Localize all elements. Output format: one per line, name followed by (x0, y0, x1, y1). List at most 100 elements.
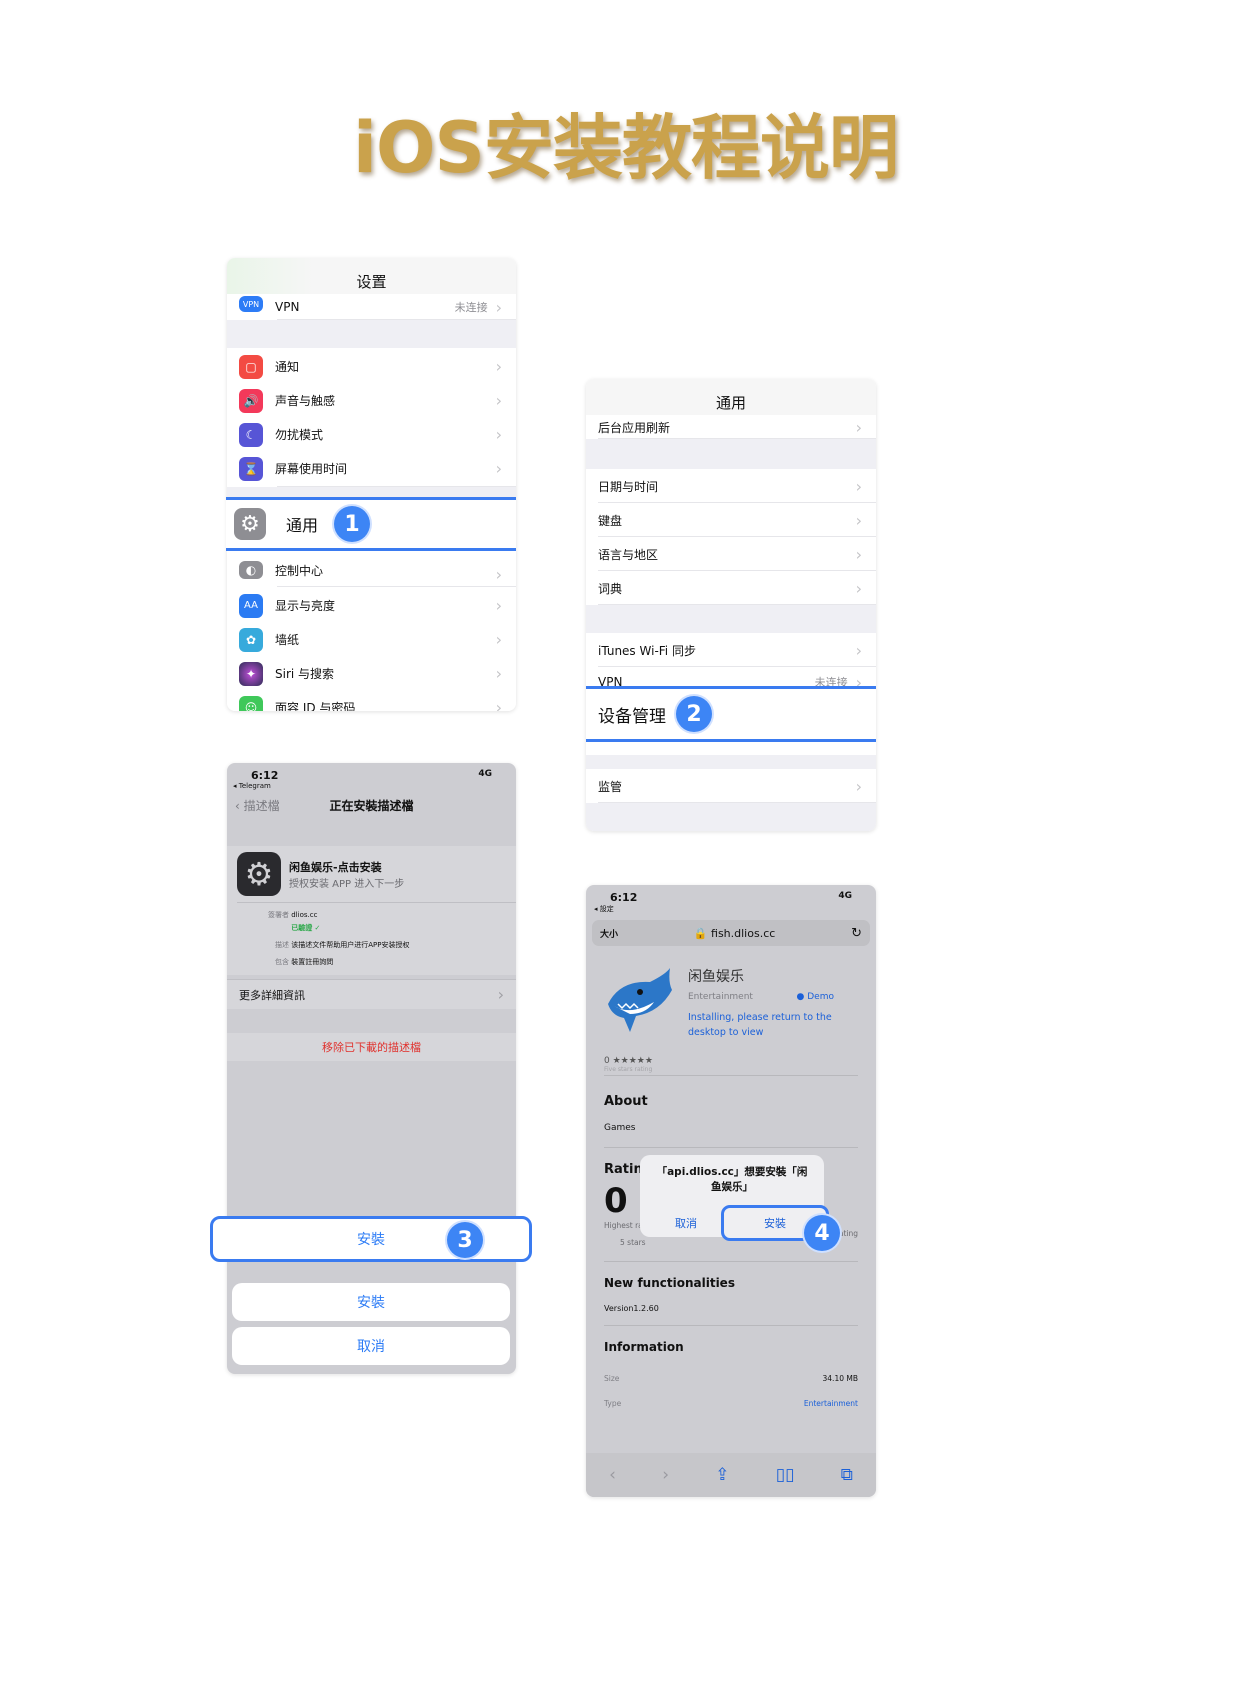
chevron-right-icon: › (495, 459, 502, 478)
step-4-badge: 4 (804, 1215, 840, 1251)
moon-icon: ☾ (239, 422, 263, 447)
chevron-right-icon: › (495, 698, 502, 711)
url-text: fish.dlios.cc (711, 926, 776, 940)
app-category: Entertainment (688, 992, 753, 1002)
new-functionalities-heading: New functionalities (604, 1276, 735, 1290)
settings-row-sounds[interactable]: 🔊 声音与触感 › (227, 382, 516, 419)
shark-app-icon (600, 966, 678, 1038)
settings-panel: 设置 VPN VPN 未连接 › ▢ 通知 › 🔊 声音与触感 › ☾ 勿扰模式… (227, 258, 516, 711)
address-bar[interactable]: 大小 🔒 fish.dlios.cc ↻ (592, 920, 870, 946)
installing-message: Installing, please return to the desktop… (688, 1012, 832, 1038)
flower-icon: ✿ (239, 627, 263, 652)
reload-icon[interactable]: ↻ (851, 926, 862, 941)
general-row-language[interactable]: 语言与地区 › (586, 537, 876, 571)
chevron-right-icon: › (855, 578, 862, 598)
general-row-dictionary[interactable]: 词典 › (586, 571, 876, 605)
more-details-row[interactable]: 更多詳細資訊 › (227, 979, 516, 1009)
install-highlight[interactable]: 安裝 3 (210, 1216, 532, 1262)
section-separator (586, 755, 876, 769)
general-row-date-time[interactable]: 日期与时间 › (586, 469, 876, 503)
settings-row-siri[interactable]: ✦ Siri 与搜索 › (227, 655, 516, 692)
settings-row-notifications[interactable]: ▢ 通知 › (227, 348, 516, 385)
step-2-badge: 2 (676, 696, 712, 732)
nav-back-button[interactable]: ‹ 描述檔 (235, 797, 280, 814)
status-time: 6:12 (610, 891, 638, 904)
chevron-right-icon: › (495, 630, 502, 649)
page-title: iOS安装教程说明 (353, 107, 899, 189)
general-row-itunes[interactable]: iTunes Wi-Fi 同步 › (586, 633, 876, 667)
star-rating-small: 0 ★★★★★ (604, 1056, 653, 1066)
back-to-app-link[interactable]: ◂ Telegram (227, 782, 516, 790)
status-bar: 6:12 4G (586, 885, 876, 904)
back-to-app-link[interactable]: ◂ 設定 (586, 904, 876, 914)
step-3-badge: 3 (447, 1222, 483, 1258)
demo-link[interactable]: ● Demo (797, 992, 834, 1002)
status-time: 6:12 (251, 769, 279, 782)
general-row-background-refresh[interactable]: 后台应用刷新 › (586, 415, 876, 439)
app-name: 闲鱼娱乐 (688, 969, 744, 985)
version-text: Version1.2.60 (604, 1304, 659, 1313)
general-row-keyboard[interactable]: 键盘 › (586, 503, 876, 537)
gear-icon: ⚙ (234, 508, 266, 540)
profile-name: 闲鱼娱乐-点击安装 (289, 860, 382, 874)
chevron-right-icon: › (855, 510, 862, 530)
device-management-highlight[interactable]: 设备管理 2 (586, 686, 876, 742)
chevron-right-icon: › (855, 417, 862, 437)
general-highlight[interactable]: ⚙ 通用 1 (226, 497, 516, 551)
information-heading: Information (604, 1340, 684, 1354)
settings-gear-icon: ⚙ (237, 852, 281, 896)
network-indicator: 4G (478, 769, 492, 779)
profile-card: ⚙ 闲鱼娱乐-点击安装 授权安装 APP 进入下一步 簽署者 dlios.cc … (227, 846, 516, 975)
profile-nav-bar: ‹ 描述檔 正在安裝描述檔 (227, 790, 516, 820)
forward-icon[interactable]: › (662, 1465, 669, 1485)
about-heading: About (604, 1094, 648, 1109)
text-size-button[interactable]: 大小 (600, 927, 618, 940)
device-management-label: 设备管理 (598, 706, 666, 727)
bookmarks-icon[interactable]: ▯▯ (776, 1465, 795, 1485)
section-separator (586, 803, 876, 831)
chevron-right-icon: › (497, 985, 504, 1004)
alert-cancel-button[interactable]: 取消 (640, 1215, 732, 1231)
settings-row-vpn[interactable]: VPN VPN 未连接 › (227, 294, 516, 320)
install-button[interactable]: 安裝 (232, 1283, 510, 1321)
vpn-icon: VPN (239, 296, 263, 312)
chevron-right-icon: › (495, 425, 502, 444)
back-icon[interactable]: ‹ (609, 1465, 616, 1485)
general-row-supervision[interactable]: 监管 › (586, 769, 876, 803)
section-separator (586, 439, 876, 469)
settings-row-screen-time[interactable]: ⌛ 屏幕使用时间 › (227, 450, 516, 487)
general-panel: 通用 后台应用刷新 › 日期与时间 › 键盘 › 语言与地区 › 词典 › iT… (586, 379, 876, 831)
share-icon[interactable]: ⇪ (715, 1465, 729, 1485)
status-bar: 6:12 4G (227, 763, 516, 782)
settings-row-wallpaper[interactable]: ✿ 墙纸 › (227, 621, 516, 658)
chevron-right-icon: › (855, 776, 862, 796)
size-value: 34.10 MB (822, 1374, 858, 1383)
chevron-right-icon: › (855, 640, 862, 660)
chevron-right-icon: › (495, 596, 502, 615)
step-1-badge: 1 (334, 506, 371, 542)
switches-icon: ◐ (239, 561, 263, 579)
size-label: Size (604, 1374, 620, 1383)
notification-icon: ▢ (239, 354, 263, 379)
settings-row-display[interactable]: AA 显示与亮度 › (227, 587, 516, 624)
chevron-right-icon: › (495, 297, 502, 317)
chevron-right-icon: › (855, 544, 862, 564)
section-separator (586, 605, 876, 633)
hourglass-icon: ⌛ (239, 456, 263, 481)
siri-icon: ✦ (239, 661, 263, 686)
five-stars-small: Five stars rating (604, 1066, 653, 1073)
chevron-right-icon: › (495, 664, 502, 683)
cancel-button[interactable]: 取消 (232, 1327, 510, 1365)
speaker-icon: 🔊 (239, 388, 263, 413)
settings-row-face-id[interactable]: ☺ 面容 ID 与密码 › (227, 689, 516, 711)
face-id-icon: ☺ (239, 695, 263, 711)
chevron-right-icon: › (495, 564, 502, 584)
alert-message: 「api.dlios.cc」想要安裝「闲鱼娱乐」 (656, 1166, 808, 1193)
settings-row-control-center[interactable]: ◐ 控制中心 › (227, 561, 516, 587)
chevron-right-icon: › (855, 476, 862, 496)
section-separator (227, 320, 516, 348)
lock-icon: 🔒 (693, 926, 708, 940)
settings-row-dnd[interactable]: ☾ 勿扰模式 › (227, 416, 516, 453)
tabs-icon[interactable]: ⧉ (841, 1465, 853, 1485)
remove-profile-button[interactable]: 移除已下載的描述檔 (227, 1033, 516, 1061)
